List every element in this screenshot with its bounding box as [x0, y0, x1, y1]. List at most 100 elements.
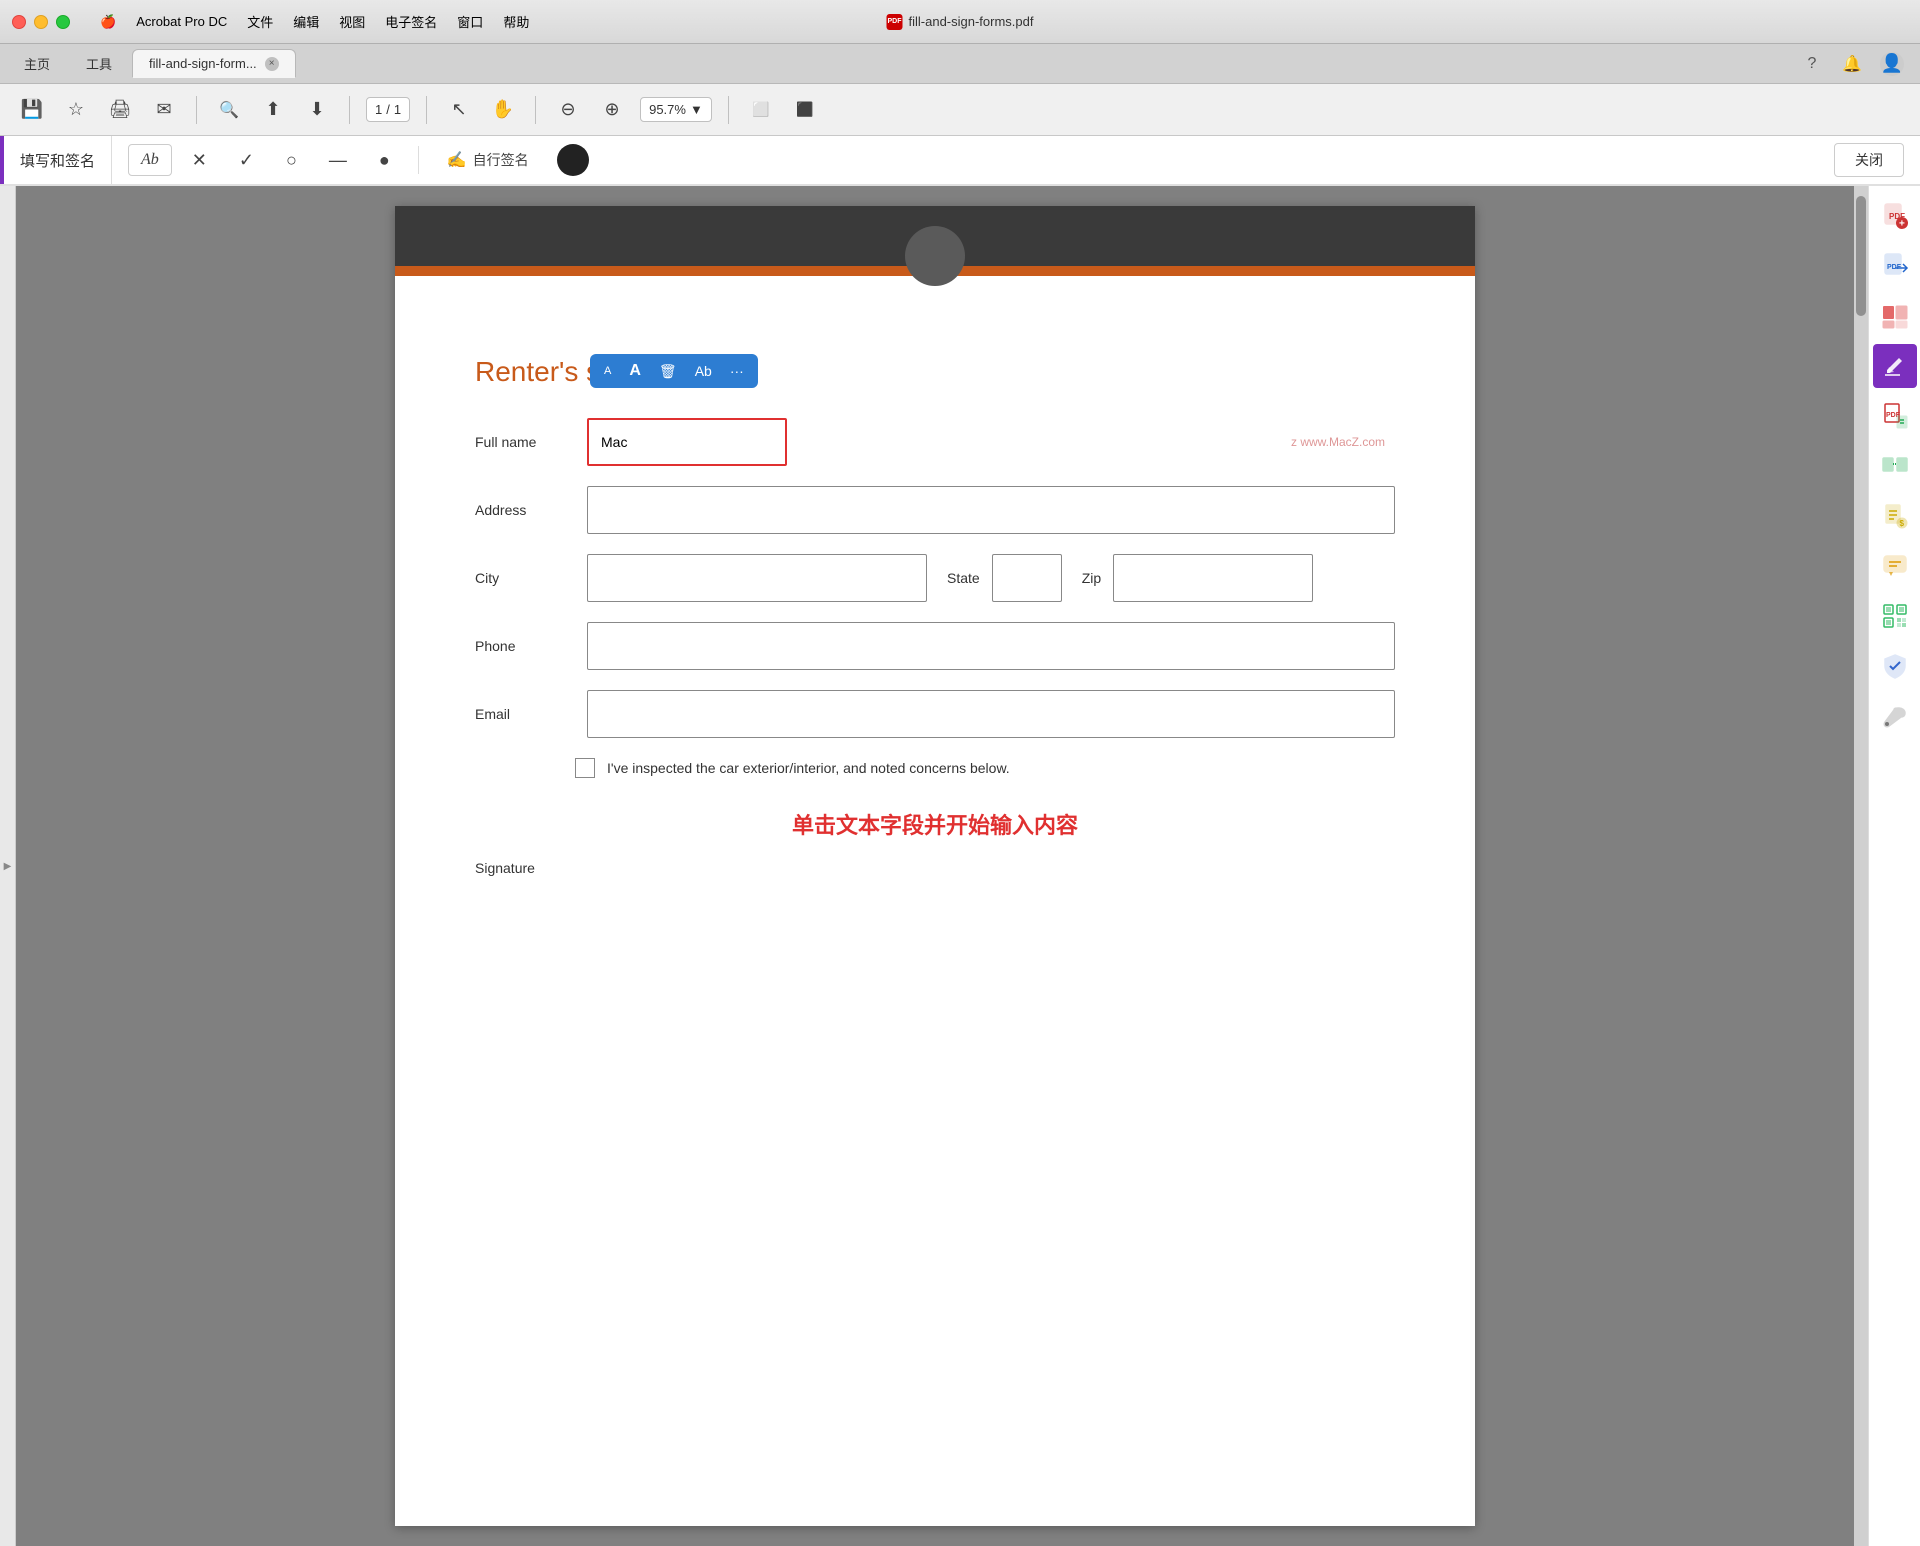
- zoom-dropdown-icon: ▼: [690, 102, 703, 117]
- pdf-header-banner: [395, 206, 1475, 266]
- zoom-in-icon[interactable]: ⊕: [596, 94, 628, 126]
- menu-window[interactable]: 窗口: [447, 10, 493, 33]
- bookmark-icon[interactable]: ☆: [60, 94, 92, 126]
- fit-page-icon[interactable]: ⬜: [745, 94, 777, 126]
- sidebar-organize-icon[interactable]: [1873, 294, 1917, 338]
- scrollbar[interactable]: [1854, 186, 1868, 1546]
- sidebar-fill-sign-icon[interactable]: [1873, 344, 1917, 388]
- scrollbar-thumb[interactable]: [1856, 196, 1866, 316]
- instruction-text: 单击文本字段并开始输入内容: [475, 798, 1395, 860]
- delete-text-button[interactable]: 🗑: [653, 359, 683, 384]
- checkbox-row: I've inspected the car exterior/interior…: [575, 758, 1395, 778]
- sidebar-export-pdf-icon[interactable]: PDF: [1873, 244, 1917, 288]
- download-icon[interactable]: ⬇: [301, 94, 333, 126]
- full-name-input[interactable]: [587, 418, 787, 466]
- apple-menu[interactable]: 🍎: [90, 12, 126, 32]
- toolbar-divider-5: [728, 96, 729, 124]
- minimize-window-button[interactable]: [34, 15, 48, 29]
- zoom-out-icon[interactable]: ⊖: [552, 94, 584, 126]
- phone-input[interactable]: [587, 622, 1395, 670]
- sidebar-pdf2-icon[interactable]: PDF: [1873, 394, 1917, 438]
- upload-icon[interactable]: ⬆: [257, 94, 289, 126]
- current-page: 1: [375, 102, 382, 117]
- pdf-area[interactable]: A A 🗑 Ab ··· Renter's section Full name …: [16, 186, 1854, 1546]
- self-sign-button[interactable]: ✍ 自行签名: [435, 146, 541, 174]
- page-indicator[interactable]: 1 / 1: [366, 97, 410, 122]
- email-icon[interactable]: ✉: [148, 94, 180, 126]
- full-name-row: Full name z www.MacZ.com: [475, 418, 1395, 466]
- sidebar-document-icon[interactable]: $: [1873, 494, 1917, 538]
- zoom-indicator[interactable]: 95.7% ▼: [640, 97, 712, 122]
- color-picker[interactable]: [557, 144, 589, 176]
- city-state-zip-row: City State Zip: [475, 554, 1395, 602]
- panel-collapse-handle[interactable]: ▶: [0, 186, 16, 1546]
- tab-bar: 主页 工具 fill-and-sign-form... × ? 🔔 👤: [0, 44, 1920, 84]
- close-window-button[interactable]: [12, 15, 26, 29]
- notification-icon[interactable]: 🔔: [1840, 52, 1864, 76]
- fill-tool-divider: [418, 146, 419, 174]
- search-icon[interactable]: 🔍: [213, 94, 245, 126]
- watermark-text: z www.MacZ.com: [1291, 435, 1385, 449]
- sidebar-combine-icon[interactable]: [1873, 444, 1917, 488]
- toolbar-divider-4: [535, 96, 536, 124]
- menu-view[interactable]: 视图: [329, 10, 375, 33]
- circle-tool[interactable]: ○: [274, 144, 309, 177]
- fill-sign-label: 填写和签名: [16, 136, 112, 184]
- app-name[interactable]: Acrobat Pro DC: [126, 12, 237, 31]
- tab-tools[interactable]: 工具: [70, 48, 128, 79]
- tab-home[interactable]: 主页: [8, 48, 66, 79]
- cross-tool[interactable]: ✕: [180, 144, 219, 177]
- svg-text:$: $: [1899, 519, 1904, 528]
- self-sign-label: 自行签名: [473, 150, 529, 170]
- print-icon[interactable]: 🖨: [104, 94, 136, 126]
- profile-icon[interactable]: 👤: [1880, 52, 1904, 76]
- file-title: fill-and-sign-forms.pdf: [909, 14, 1034, 29]
- signature-row: Signature: [475, 860, 1395, 876]
- tab-close-button[interactable]: ×: [265, 57, 279, 71]
- larger-text-button[interactable]: A: [623, 358, 647, 384]
- email-label: Email: [475, 706, 575, 722]
- fill-sign-toolbar: 填写和签名 Ab ✕ ✓ ○ — ● ✍ 自行签名 关闭: [0, 136, 1920, 186]
- main-toolbar: 💾 ☆ 🖨 ✉ 🔍 ⬆ ⬇ 1 / 1 ↖ ✋ ⊖ ⊕ 95.7% ▼ ⬜ ⬛: [0, 84, 1920, 136]
- menu-esign[interactable]: 电子签名: [375, 10, 447, 33]
- help-icon[interactable]: ?: [1800, 52, 1824, 76]
- left-accent: [0, 136, 4, 184]
- cursor-icon[interactable]: ↖: [443, 94, 475, 126]
- checkbox-label: I've inspected the car exterior/interior…: [607, 760, 1010, 776]
- inspection-checkbox[interactable]: [575, 758, 595, 778]
- menu-help[interactable]: 帮助: [493, 10, 539, 33]
- save-icon[interactable]: 💾: [16, 94, 48, 126]
- hand-icon[interactable]: ✋: [487, 94, 519, 126]
- expand-icon[interactable]: ⬛: [789, 94, 821, 126]
- maximize-window-button[interactable]: [56, 15, 70, 29]
- state-input[interactable]: [992, 554, 1062, 602]
- dot-tool[interactable]: ●: [367, 144, 402, 177]
- right-sidebar: PDF + PDF: [1868, 186, 1920, 1546]
- menu-file[interactable]: 文件: [237, 10, 283, 33]
- sidebar-shield-icon[interactable]: [1873, 644, 1917, 688]
- toolbar-divider-3: [426, 96, 427, 124]
- toolbar-divider-1: [196, 96, 197, 124]
- menu-edit[interactable]: 编辑: [283, 10, 329, 33]
- sidebar-comment-icon[interactable]: [1873, 544, 1917, 588]
- more-options-button[interactable]: ···: [724, 359, 750, 383]
- city-input[interactable]: [587, 554, 927, 602]
- email-input[interactable]: [587, 690, 1395, 738]
- close-fill-sign-button[interactable]: 关闭: [1834, 143, 1904, 177]
- sidebar-create-pdf-icon[interactable]: PDF +: [1873, 194, 1917, 238]
- text-tool[interactable]: Ab: [128, 144, 172, 176]
- self-sign-icon: ✍: [447, 150, 467, 170]
- ab-format-button[interactable]: Ab: [689, 359, 718, 383]
- line-tool[interactable]: —: [317, 144, 359, 177]
- smaller-text-button[interactable]: A: [598, 361, 617, 381]
- tab-active-file[interactable]: fill-and-sign-form... ×: [132, 49, 296, 78]
- pdf-page: A A 🗑 Ab ··· Renter's section Full name …: [395, 206, 1475, 1526]
- address-input[interactable]: [587, 486, 1395, 534]
- zip-input[interactable]: [1113, 554, 1313, 602]
- sidebar-barcode-icon[interactable]: [1873, 594, 1917, 638]
- phone-row: Phone: [475, 622, 1395, 670]
- checkmark-tool[interactable]: ✓: [227, 144, 266, 177]
- svg-text:+: +: [1899, 219, 1905, 230]
- sidebar-tools-icon[interactable]: [1873, 694, 1917, 738]
- address-row: Address: [475, 486, 1395, 534]
